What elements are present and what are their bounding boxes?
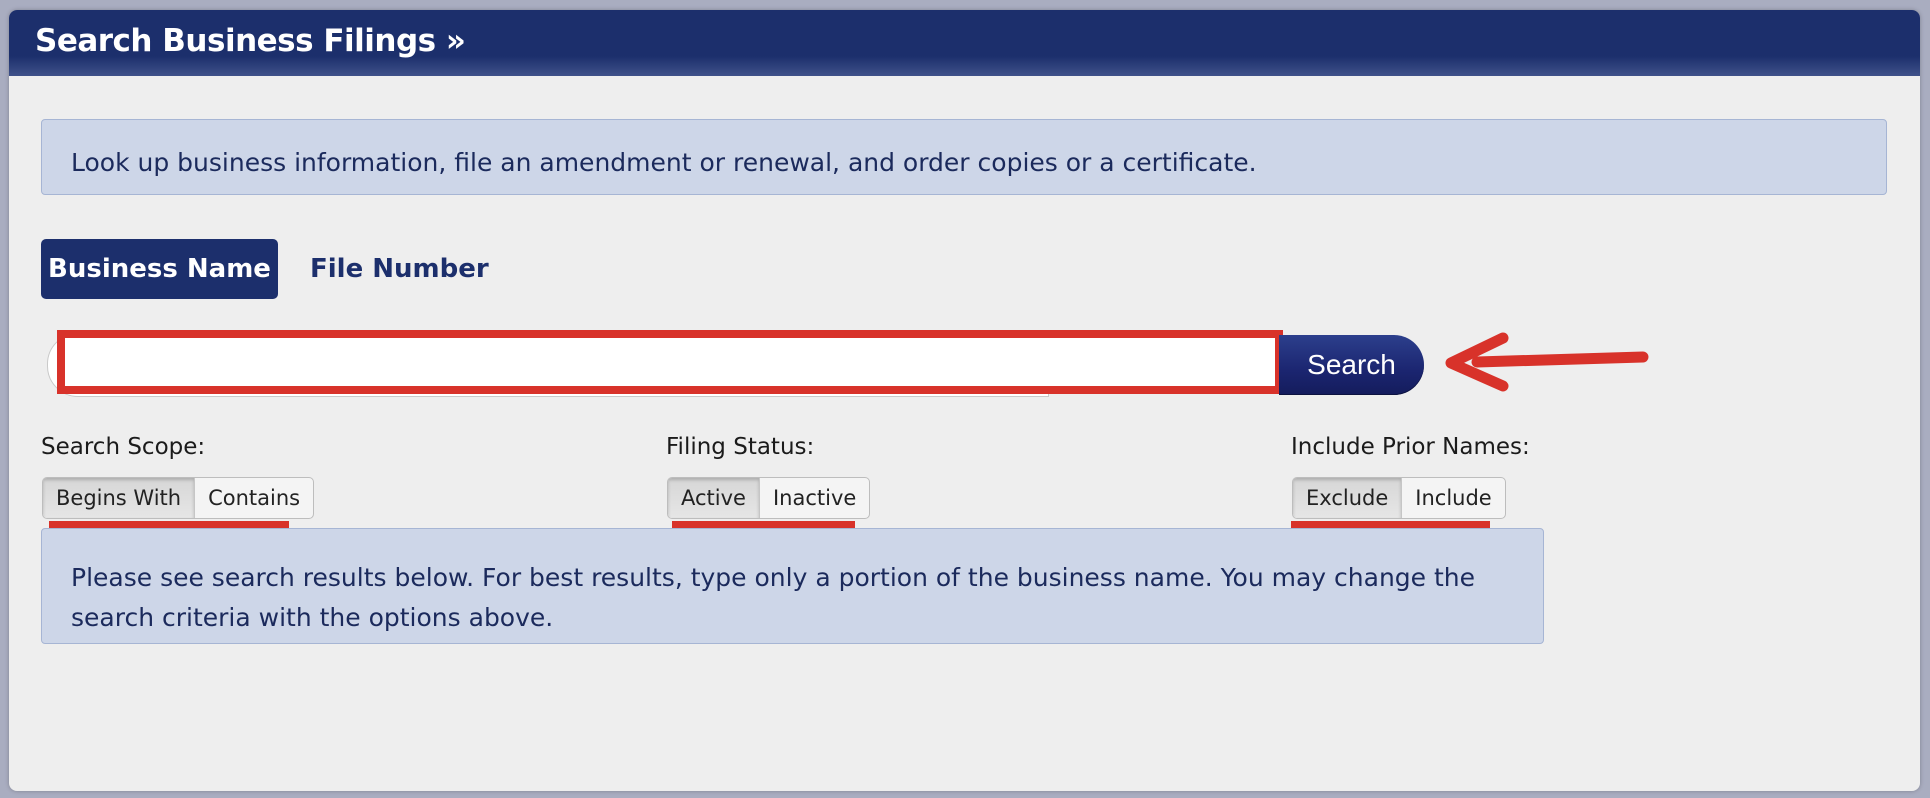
prior-names-underline-annotation: [1291, 521, 1490, 528]
business-name-search-input[interactable]: [57, 330, 1283, 394]
status-inactive-option[interactable]: Inactive: [758, 478, 869, 518]
page-title: Search Business Filings »: [35, 23, 466, 59]
scope-begins-with-option[interactable]: Begins With: [43, 478, 195, 518]
tab-business-name[interactable]: Business Name: [41, 239, 278, 299]
prior-names-toggle: Exclude Include: [1292, 477, 1506, 519]
scope-underline-annotation: [49, 521, 289, 528]
search-panel: Search Business Filings » Look up busine…: [9, 10, 1920, 791]
status-active-option[interactable]: Active: [668, 478, 759, 518]
filing-status-label: Filing Status:: [666, 434, 815, 460]
results-note-line-1: Please see search results below. For bes…: [71, 563, 1476, 592]
tab-file-number[interactable]: File Number: [310, 239, 510, 299]
panel-header: Search Business Filings »: [9, 10, 1920, 76]
prior-names-exclude-option[interactable]: Exclude: [1293, 478, 1402, 518]
status-underline-annotation: [672, 521, 855, 528]
results-note: Please see search results below. For bes…: [41, 528, 1544, 644]
intro-message: Look up business information, file an am…: [41, 119, 1887, 195]
scope-contains-option[interactable]: Contains: [194, 478, 313, 518]
search-scope-toggle: Begins With Contains: [42, 477, 315, 519]
search-button[interactable]: Search: [1279, 335, 1424, 395]
left-arrow-annotation-icon: [1445, 332, 1649, 392]
prior-names-include-option[interactable]: Include: [1401, 478, 1504, 518]
results-note-line-2: search criteria with the options above.: [71, 603, 554, 632]
filing-status-toggle: Active Inactive: [667, 477, 871, 519]
prior-names-label: Include Prior Names:: [1291, 434, 1530, 460]
search-scope-label: Search Scope:: [41, 434, 206, 460]
